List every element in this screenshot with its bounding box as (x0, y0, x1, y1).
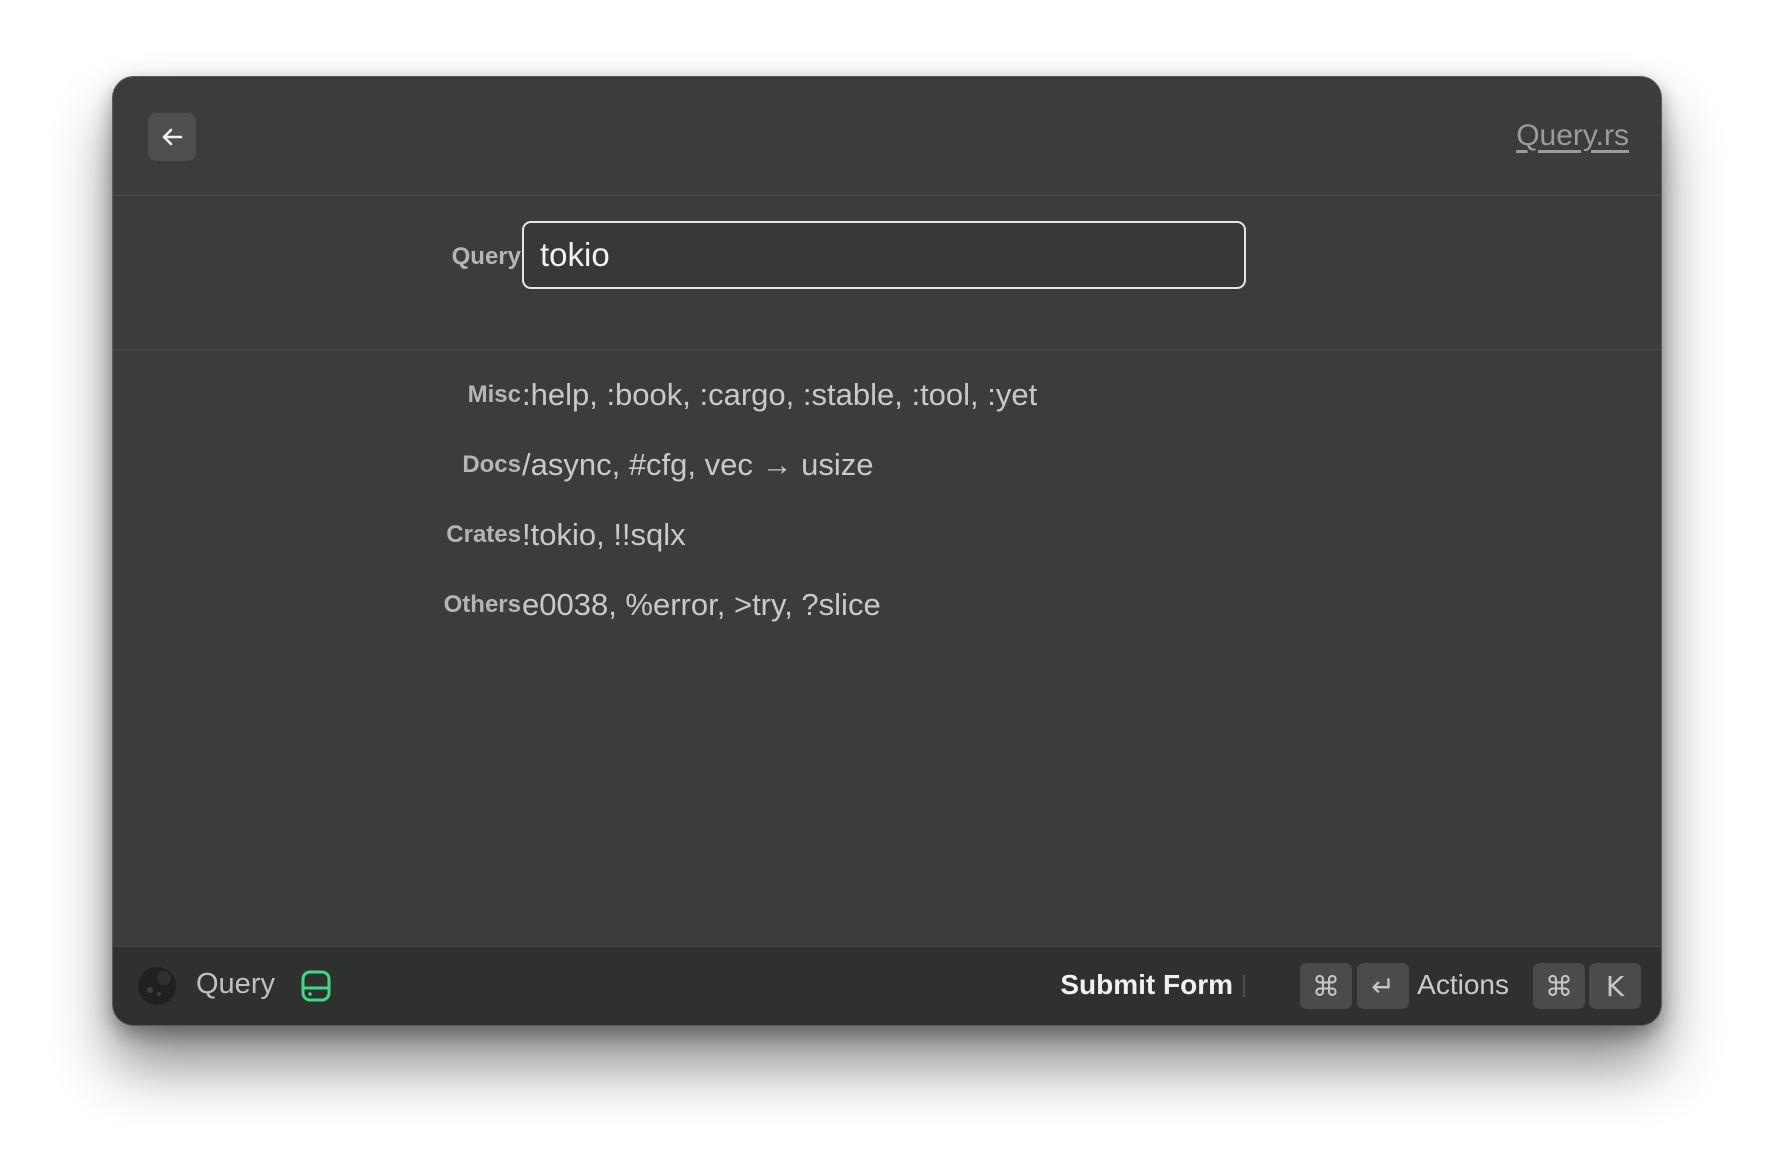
actions-button[interactable]: Actions (1417, 969, 1509, 1001)
action-bar: Query Submit Form ⌘ ↵ Actions ⌘ K (113, 946, 1661, 1025)
app-link[interactable]: Query.rs (1516, 119, 1629, 153)
query-form-row: Query (113, 195, 1661, 350)
hint-label: Misc (467, 381, 521, 408)
query-rs-logo-icon (138, 967, 176, 1005)
hint-value: :help, :book, :cargo, :stable, :tool, :y… (522, 377, 1038, 412)
hint-label: Docs (462, 451, 521, 478)
command-key-icon: ⌘ (1300, 963, 1352, 1009)
return-key-icon: ↵ (1357, 963, 1409, 1009)
command-key-icon: ⌘ (1533, 963, 1585, 1009)
extension-title: Query (196, 968, 275, 1000)
k-key-icon: K (1589, 963, 1641, 1009)
arrow-left-icon (162, 128, 183, 146)
extension-window: Query.rs Query Misc :help, :book, :cargo… (112, 76, 1662, 1026)
hint-row-others: Others e0038, %error, >try, ?slice (113, 587, 1661, 627)
actions-divider (1243, 975, 1245, 997)
hint-row-crates: Crates !tokio, !!sqlx (113, 517, 1661, 557)
hint-label: Others (443, 591, 521, 618)
query-input[interactable] (522, 221, 1246, 289)
hint-value: /async, #cfg, vec → usize (522, 447, 874, 482)
hint-row-misc: Misc :help, :book, :cargo, :stable, :too… (113, 377, 1661, 417)
hint-label: Crates (446, 521, 521, 548)
query-label: Query (451, 243, 521, 270)
back-button[interactable] (148, 113, 196, 161)
hint-value: !tokio, !!sqlx (522, 517, 686, 552)
hint-value: e0038, %error, >try, ?slice (522, 587, 881, 622)
header: Query.rs (113, 77, 1661, 196)
storage-icon (301, 970, 331, 1002)
submit-form-button[interactable]: Submit Form (1060, 969, 1233, 1001)
hint-row-docs: Docs /async, #cfg, vec → usize (113, 447, 1661, 487)
